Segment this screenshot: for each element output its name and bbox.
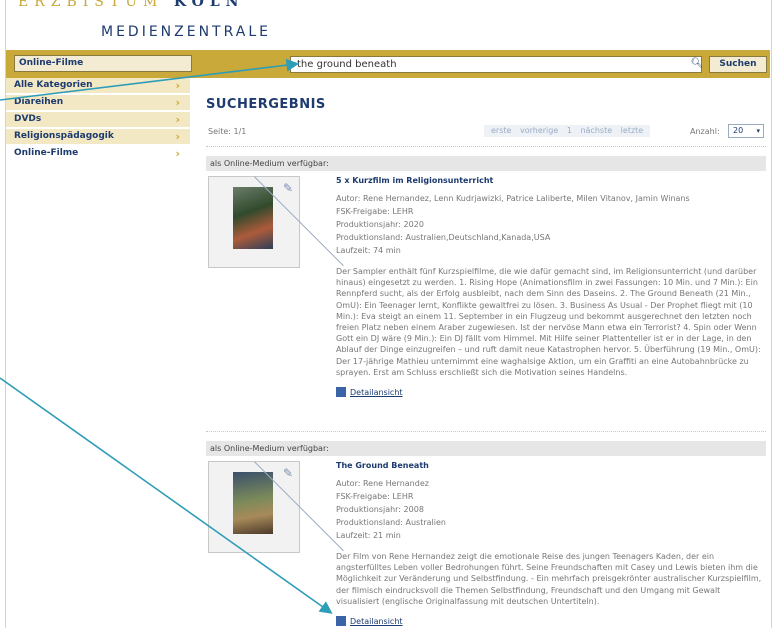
detail-link[interactable]: Detailansicht [336, 616, 766, 627]
chevron-right-icon: › [175, 130, 180, 143]
pager-page[interactable]: 1 [567, 126, 572, 135]
chevron-right-icon: › [175, 113, 180, 126]
result-country: Produktionsland: Australien,Deutschland,… [336, 233, 551, 242]
result-description: Der Sampler enthält fünf Kurzspielfilme,… [336, 267, 761, 377]
sidebar-item-diareihen[interactable]: Diareihen › [6, 95, 190, 112]
list-icon [336, 387, 346, 398]
logo-subtitle[interactable]: MEDIENZENTRALE [101, 24, 271, 40]
search-button[interactable]: Suchen [709, 56, 767, 73]
result-runtime: Laufzeit: 21 min [336, 531, 401, 540]
chevron-down-icon: ▾ [756, 127, 760, 135]
pager-last[interactable]: letzte [621, 126, 644, 135]
divider [206, 146, 766, 147]
result-meta: 5 x Kurzfilm im Religionsunterricht Auto… [336, 176, 766, 398]
sidebar-item-label: Diareihen [14, 97, 64, 107]
page-info: Seite: 1/1 [208, 127, 247, 136]
chevron-right-icon: › [175, 79, 180, 92]
availability-label: als Online-Medium verfügbar: [206, 156, 766, 171]
result-runtime: Laufzeit: 74 min [336, 246, 401, 255]
result-author: Autor: Rene Hernandez, Lenn Kudrjawizki,… [336, 194, 690, 203]
result-meta: The Ground Beneath Autor: Rene Hernandez… [336, 461, 766, 627]
pager-prev[interactable]: vorherige [520, 126, 558, 135]
result-description: Der Film von Rene Hernandez zeigt die em… [336, 552, 762, 606]
pager-first[interactable]: erste [491, 126, 511, 135]
breadcrumb: Online-Filme [14, 55, 192, 72]
divider [206, 431, 766, 432]
result-fsk: FSK-Freigabe: LEHR [336, 207, 414, 216]
toolbar: Online-Filme the ground beneath 🔍︎ Suche… [6, 50, 770, 78]
list-icon [336, 616, 346, 627]
sidebar: Alle Kategorien › Diareihen › DVDs › Religi… [6, 78, 190, 163]
sidebar-item-label: DVDs [14, 114, 42, 124]
sidebar-item-label: Religionspädagogik [14, 131, 114, 141]
site-header: ERZBISTUM KÖLN MEDIENZENTRALE [6, 0, 770, 50]
anzahl-label: Anzahl: [690, 127, 720, 136]
pencil-icon: ✎ [282, 466, 293, 480]
detail-link[interactable]: Detailansicht [336, 387, 766, 398]
result-item: als Online-Medium verfügbar: ✎ 5 x Kurzf… [206, 156, 766, 398]
sidebar-item-label: Online-Filme [14, 148, 79, 158]
sidebar-item-label: Alle Kategorien [14, 80, 93, 90]
result-year: Produktionsjahr: 2020 [336, 220, 424, 229]
result-year: Produktionsjahr: 2008 [336, 505, 424, 514]
result-item: als Online-Medium verfügbar: ✎ The Groun… [206, 441, 766, 627]
film-cover-image[interactable]: ✎ [208, 176, 344, 268]
result-fsk: FSK-Freigabe: LEHR [336, 492, 414, 501]
result-country: Produktionsland: Australien [336, 518, 446, 527]
page-title: SUCHERGEBNIS [206, 97, 326, 112]
sidebar-item-religionspaedagogik[interactable]: Religionspädagogik › [6, 129, 190, 146]
cover-art [233, 187, 273, 249]
result-author: Autor: Rene Hernandez [336, 479, 429, 488]
cover-art [233, 472, 273, 534]
search-icon[interactable]: 🔍︎ [690, 56, 704, 72]
chevron-right-icon: › [175, 96, 180, 109]
sidebar-item-alle-kategorien[interactable]: Alle Kategorien › [6, 78, 190, 95]
pencil-icon: ✎ [282, 181, 293, 195]
chevron-right-icon: › [175, 147, 180, 160]
sidebar-item-dvds[interactable]: DVDs › [6, 112, 190, 129]
anzahl-select[interactable]: 20 ▾ [728, 124, 764, 138]
result-title[interactable]: 5 x Kurzfilm im Religionsunterricht [336, 176, 766, 185]
sidebar-item-online-filme[interactable]: Online-Filme › [6, 146, 190, 163]
pager-next[interactable]: nächste [580, 126, 612, 135]
availability-label: als Online-Medium verfügbar: [206, 441, 766, 456]
result-title[interactable]: The Ground Beneath [336, 461, 766, 470]
film-cover-image[interactable]: ✎ [208, 461, 344, 553]
search-input[interactable]: the ground beneath [290, 56, 702, 73]
logo-org-name[interactable]: ERZBISTUM KÖLN [18, 0, 244, 10]
pagination: erste vorherige 1 nächste letzte [484, 125, 651, 137]
